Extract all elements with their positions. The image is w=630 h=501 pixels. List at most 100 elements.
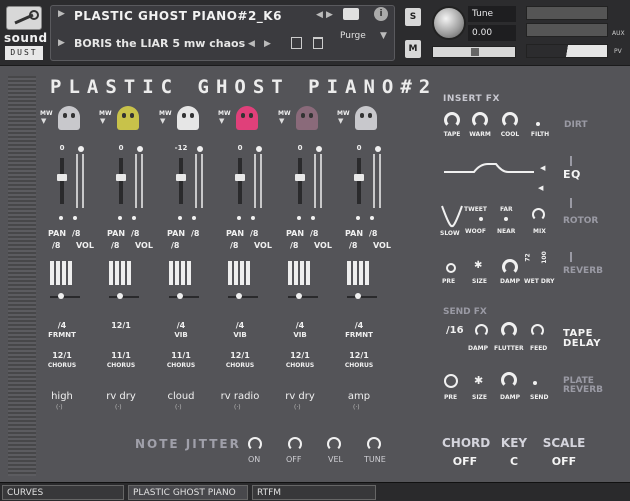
pan-dot[interactable] (356, 216, 360, 220)
tab-plastic-ghost-piano[interactable]: PLASTIC GHOST PIANO (128, 485, 248, 500)
delete-icon[interactable] (313, 37, 323, 49)
prev-snapshot-icon[interactable]: ◀ (248, 39, 255, 49)
instrument-name[interactable]: PLASTIC GHOST PIANO#2_K6 (74, 9, 282, 23)
chord-value[interactable]: OFF (442, 455, 488, 468)
jitter-on-knob[interactable] (248, 437, 262, 451)
delay-damp-knob[interactable] (475, 324, 488, 337)
key-value[interactable]: C (498, 455, 530, 468)
mod-slider[interactable] (50, 296, 80, 298)
triangle-left-icon[interactable]: ◀ (540, 164, 545, 172)
triangle-left-icon[interactable]: ◀ (538, 184, 543, 192)
mod-slider-thumb[interactable] (236, 293, 242, 299)
pan-slider[interactable] (432, 46, 516, 58)
purge-menu[interactable]: Purge (340, 31, 366, 41)
level-slider-thumb[interactable] (354, 174, 364, 181)
fx-name[interactable]: rv dry (280, 391, 320, 402)
pan-dot[interactable] (178, 216, 182, 220)
envelope-bars-icon[interactable] (169, 261, 193, 285)
triangle-down-icon[interactable]: ▼ (279, 117, 284, 125)
rotor-mix-knob[interactable] (532, 208, 545, 221)
level-slider[interactable] (60, 158, 64, 204)
channel-dot[interactable] (78, 146, 84, 152)
envelope-bars-icon[interactable] (50, 261, 74, 285)
channel-dot[interactable] (197, 146, 203, 152)
reverb-pre-dot[interactable] (446, 263, 456, 273)
mod-slider-thumb[interactable] (58, 293, 64, 299)
plate-size-burst-icon[interactable]: ✱ (474, 374, 483, 387)
channel-dot[interactable] (256, 146, 262, 152)
level-slider-thumb[interactable] (176, 174, 186, 181)
vol-dot[interactable] (370, 216, 374, 220)
vol-dot[interactable] (311, 216, 315, 220)
triangle-down-icon[interactable]: ▼ (100, 117, 105, 125)
mod-slider-thumb[interactable] (117, 293, 123, 299)
mute-button[interactable]: M (405, 40, 421, 58)
info-icon[interactable]: i (374, 7, 388, 21)
mod-slider[interactable] (169, 296, 199, 298)
transpose-value[interactable]: 0 (292, 144, 308, 152)
tape-delay-label[interactable]: TAPE DELAY (563, 329, 613, 349)
distance-dot[interactable] (504, 217, 508, 221)
triangle-right-icon[interactable]: ▶ (58, 9, 65, 19)
snapshot-name[interactable]: BORIS the LIAR 5 mw chaos (74, 37, 245, 50)
speed-dot[interactable] (479, 217, 483, 221)
reverb-damp-knob[interactable] (502, 259, 518, 275)
cool-knob[interactable] (502, 112, 518, 128)
envelope-bars-icon[interactable] (228, 261, 252, 285)
pan-dot[interactable] (297, 216, 301, 220)
feed-knob[interactable] (531, 324, 544, 337)
plate-reverb-label[interactable]: PLATE REVERB (563, 377, 613, 395)
jitter-off-knob[interactable] (288, 437, 302, 451)
fx-name[interactable]: cloud (161, 391, 201, 402)
level-slider-thumb[interactable] (57, 174, 67, 181)
pan-dot[interactable] (237, 216, 241, 220)
plate-damp-knob[interactable] (501, 372, 517, 388)
save-icon[interactable] (291, 37, 302, 49)
chevron-down-icon[interactable]: ▼ (380, 31, 387, 41)
level-slider[interactable] (238, 158, 242, 204)
delay-rate[interactable]: /16 (446, 325, 464, 336)
triangle-right-icon[interactable]: ▶ (58, 38, 65, 48)
level-slider-thumb[interactable] (116, 174, 126, 181)
pv-label[interactable]: PV (614, 48, 622, 55)
envelope-bars-icon[interactable] (347, 261, 371, 285)
envelope-bars-icon[interactable] (288, 261, 312, 285)
camera-icon[interactable] (343, 8, 359, 20)
size-burst-icon[interactable]: ✱ (474, 260, 482, 271)
volume-slider[interactable] (526, 44, 608, 58)
jitter-vel-knob[interactable] (327, 437, 341, 451)
envelope-bars-icon[interactable] (109, 261, 133, 285)
tune-value[interactable]: 0.00 (468, 25, 516, 41)
filth-dot[interactable] (536, 122, 540, 126)
scale-value[interactable]: OFF (542, 455, 586, 468)
channel-dot[interactable] (316, 146, 322, 152)
triangle-down-icon[interactable]: ▼ (338, 117, 343, 125)
fx-name[interactable]: high (42, 391, 82, 402)
mod-slider[interactable] (288, 296, 318, 298)
fx-name[interactable]: rv radio (220, 391, 260, 402)
level-slider[interactable] (298, 158, 302, 204)
flutter-knob[interactable] (501, 322, 517, 338)
triangle-down-icon[interactable]: ▼ (160, 117, 165, 125)
eq-switch-icon[interactable] (570, 156, 572, 166)
eq-curve[interactable] (444, 162, 534, 176)
mod-slider[interactable] (347, 296, 377, 298)
tune-knob[interactable] (432, 6, 466, 40)
tab-curves[interactable]: CURVES (2, 485, 124, 500)
tape-knob[interactable] (444, 112, 460, 128)
rotor-wave-icon[interactable] (440, 204, 464, 228)
mod-slider[interactable] (228, 296, 258, 298)
transpose-value[interactable]: -12 (173, 144, 189, 152)
level-slider-thumb[interactable] (295, 174, 305, 181)
tab-rtfm[interactable]: RTFM (252, 485, 376, 500)
vol-dot[interactable] (132, 216, 136, 220)
wrench-icon[interactable] (6, 6, 42, 30)
level-slider[interactable] (119, 158, 123, 204)
triangle-down-icon[interactable]: ▼ (219, 117, 224, 125)
aux-label[interactable]: AUX (612, 30, 625, 37)
mod-slider-thumb[interactable] (355, 293, 361, 299)
solo-button[interactable]: S (405, 8, 421, 26)
channel-dot[interactable] (137, 146, 143, 152)
mod-slider[interactable] (109, 296, 139, 298)
fx-name[interactable]: rv dry (101, 391, 141, 402)
